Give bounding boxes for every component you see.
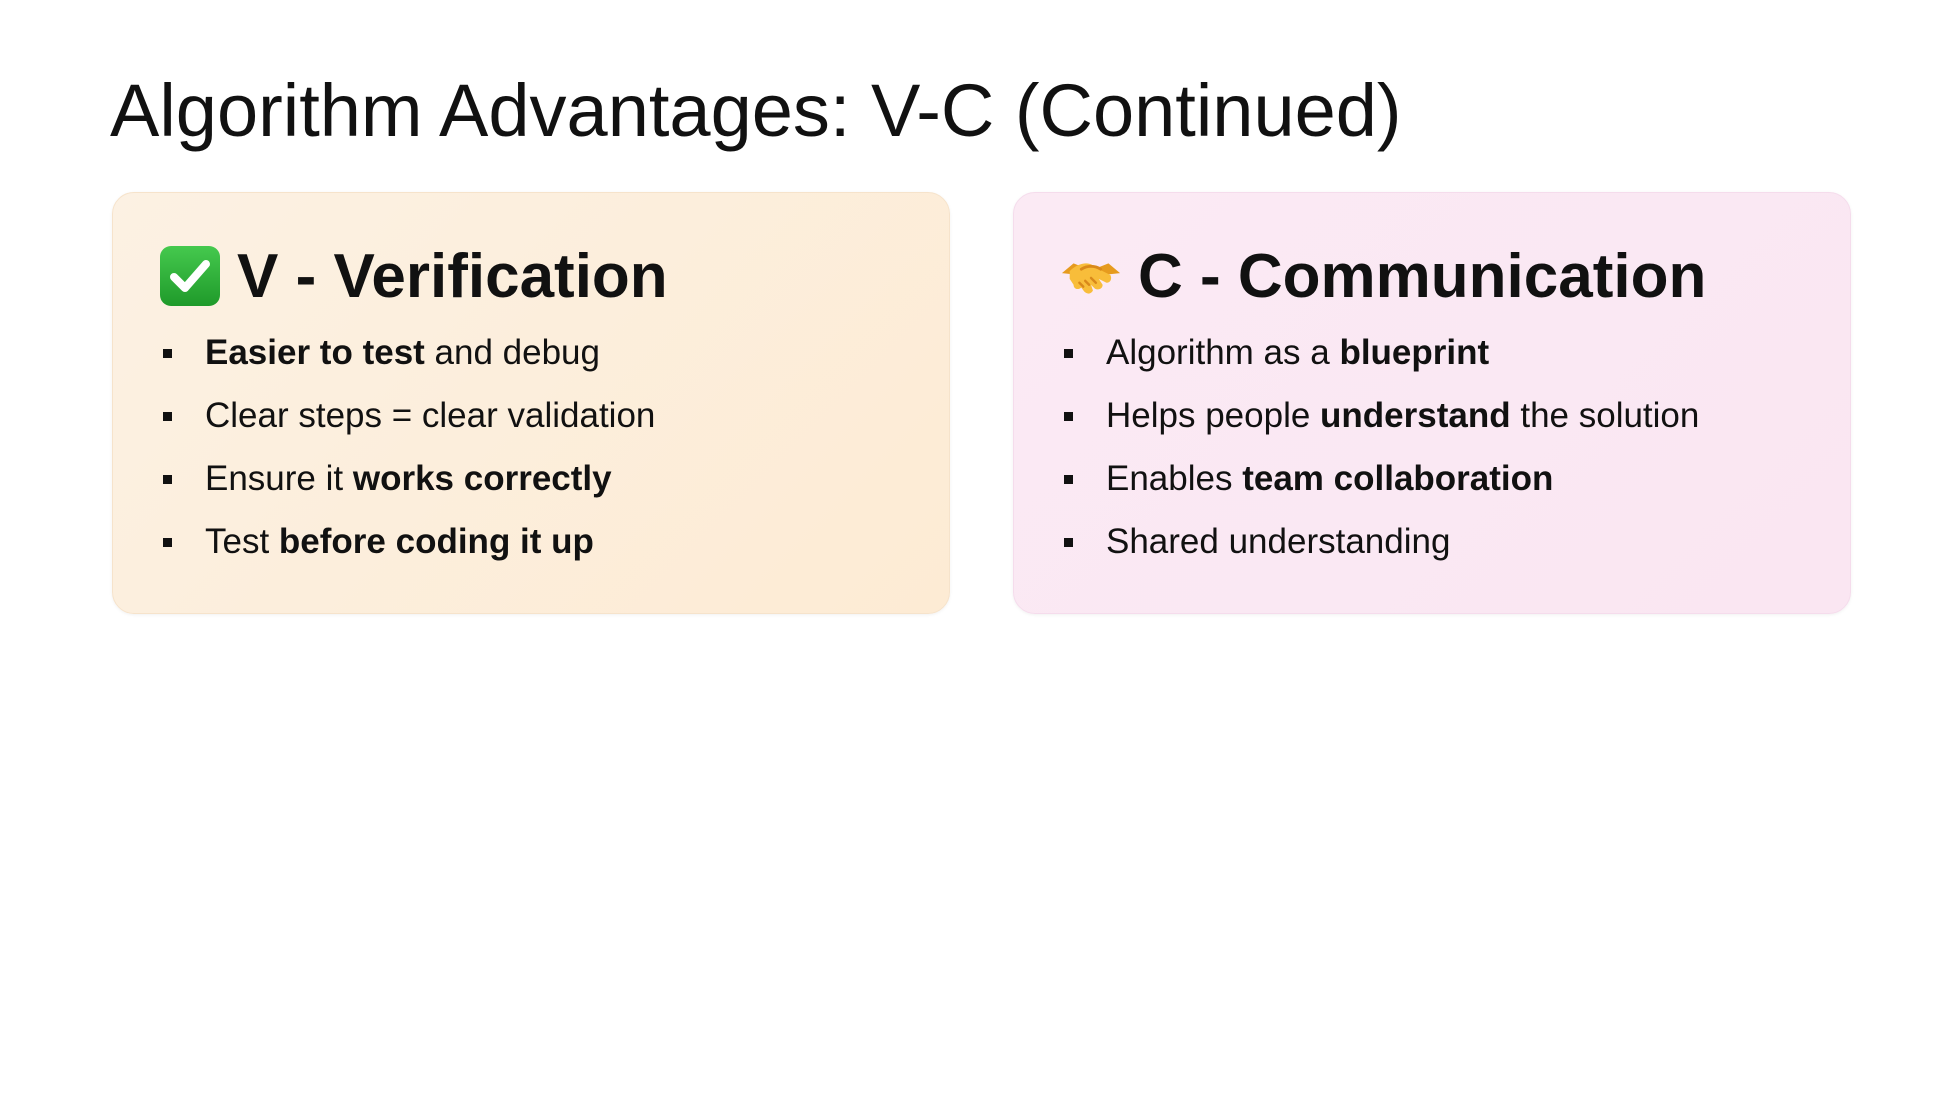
list-item: Enables team collaboration (1060, 447, 1804, 510)
text: Test (205, 522, 279, 561)
list-item: Helps people understand the solution (1060, 384, 1804, 447)
list-item: Ensure it works correctly (159, 447, 903, 510)
bold-text: team collaboration (1242, 459, 1554, 498)
bold-text: understand (1320, 396, 1511, 435)
list-item: Shared understanding (1060, 510, 1804, 573)
text: Shared understanding (1106, 522, 1451, 561)
communication-card: C - Communication Algorithm as a bluepri… (1013, 192, 1851, 614)
text: Helps people (1106, 396, 1321, 435)
bold-text: blueprint (1339, 333, 1490, 372)
slide-title: Algorithm Advantages: V-C (Continued) (110, 69, 1402, 152)
verification-card: V - Verification Easier to test and debu… (112, 192, 950, 614)
bold-text: works correctly (352, 459, 612, 498)
communication-list: Algorithm as a blueprint Helps people un… (1060, 321, 1804, 573)
text: Enables (1106, 459, 1243, 498)
check-mark-box-icon (159, 245, 221, 307)
text: Ensure it (205, 459, 353, 498)
text: and debug (424, 333, 600, 372)
text: Algorithm as a (1106, 333, 1340, 372)
list-item: Easier to test and debug (159, 321, 903, 384)
handshake-icon (1060, 245, 1122, 307)
card-heading: C - Communication (1060, 241, 1804, 311)
list-item: Test before coding it up (159, 510, 903, 573)
list-item: Algorithm as a blueprint (1060, 321, 1804, 384)
list-item: Clear steps = clear validation (159, 384, 903, 447)
card-heading: V - Verification (159, 241, 903, 311)
card-heading-text: C - Communication (1138, 241, 1707, 311)
text: the solution (1510, 396, 1700, 435)
text: Clear steps = clear validation (205, 396, 656, 435)
bold-text: Easier to test (205, 333, 425, 372)
bold-text: before coding it up (278, 522, 594, 561)
verification-list: Easier to test and debug Clear steps = c… (159, 321, 903, 573)
slide: Algorithm Advantages: V-C (Continued) V … (0, 0, 1960, 1104)
card-heading-text: V - Verification (237, 241, 668, 311)
